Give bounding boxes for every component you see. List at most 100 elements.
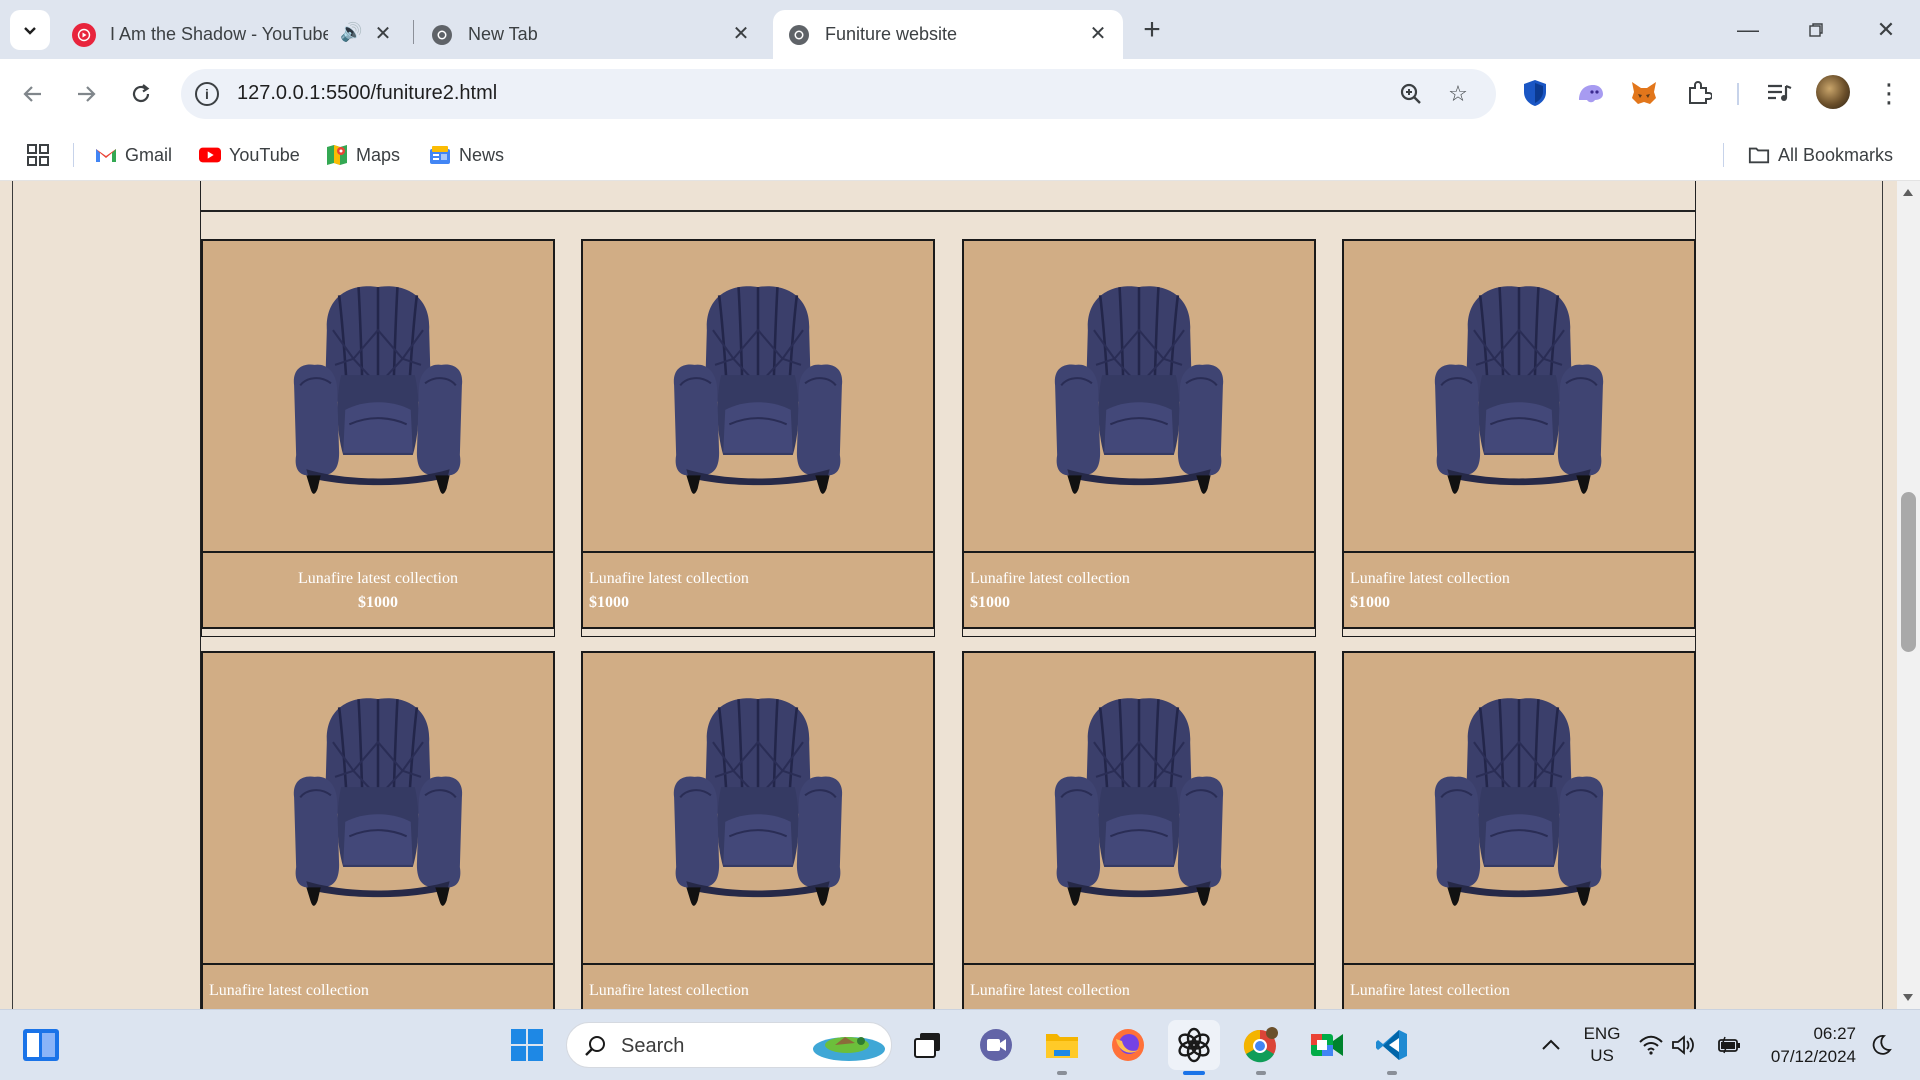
product-info: Lunafire latest collection $1000 bbox=[581, 553, 935, 629]
scroll-down-arrow-icon[interactable] bbox=[1903, 994, 1913, 1001]
product-image[interactable] bbox=[581, 651, 935, 965]
forward-button[interactable] bbox=[68, 76, 104, 112]
taskbar-search[interactable]: Search bbox=[566, 1022, 892, 1068]
google-meet-icon[interactable] bbox=[1306, 1024, 1348, 1066]
armchair-image bbox=[1046, 693, 1232, 913]
product-image[interactable] bbox=[962, 239, 1316, 553]
product-info: Lunafire latest collection $1000 bbox=[201, 553, 555, 629]
clock[interactable]: 06:27 07/12/2024 bbox=[1756, 1022, 1856, 1068]
product-image[interactable] bbox=[1342, 239, 1696, 553]
task-view-icon[interactable] bbox=[907, 1024, 949, 1066]
media-controls-icon[interactable] bbox=[1763, 77, 1795, 109]
profile-avatar[interactable] bbox=[1816, 75, 1850, 109]
previous-section-box bbox=[200, 181, 1696, 211]
reload-button[interactable] bbox=[123, 76, 159, 112]
bitwarden-shield-icon[interactable] bbox=[1519, 77, 1551, 109]
reload-icon bbox=[132, 84, 150, 103]
product-card[interactable]: Lunafire latest collection bbox=[1342, 651, 1696, 1009]
product-card[interactable]: Lunafire latest collection $1000 bbox=[1342, 239, 1696, 637]
close-tab-icon[interactable]: ✕ bbox=[372, 22, 394, 45]
youtube-icon bbox=[199, 144, 221, 166]
chrome-icon[interactable] bbox=[1240, 1024, 1282, 1066]
product-card[interactable]: Lunafire latest collection $1000 bbox=[201, 239, 555, 637]
vscode-icon[interactable] bbox=[1371, 1024, 1413, 1066]
card-underline bbox=[1342, 629, 1696, 637]
back-button[interactable] bbox=[15, 76, 51, 112]
product-card[interactable]: Lunafire latest collection $1000 bbox=[962, 239, 1316, 637]
teams-meet-icon[interactable] bbox=[975, 1024, 1017, 1066]
bookmark-label: News bbox=[459, 144, 505, 165]
product-card[interactable]: Lunafire latest collection bbox=[201, 651, 555, 1009]
address-bar[interactable]: i 127.0.0.1:5500/funiture2.html ☆ bbox=[181, 69, 1496, 119]
bookmark-news[interactable]: News bbox=[429, 141, 504, 169]
armchair-image bbox=[665, 693, 851, 913]
tab-youtube[interactable]: I Am the Shadow - YouTube 🔊 ✕ bbox=[58, 10, 408, 59]
product-card[interactable]: Lunafire latest collection $1000 bbox=[581, 239, 935, 637]
bookmark-maps[interactable]: Maps bbox=[326, 141, 400, 169]
bookmark-label: YouTube bbox=[229, 144, 300, 165]
product-image[interactable] bbox=[581, 239, 935, 553]
product-name: Lunafire latest collection bbox=[589, 982, 749, 999]
island-illustration-icon bbox=[813, 1037, 885, 1061]
product-image[interactable] bbox=[201, 651, 555, 965]
toolbar-separator bbox=[1737, 83, 1739, 105]
tab-title: I Am the Shadow - YouTube bbox=[110, 24, 328, 44]
folder-icon bbox=[1748, 144, 1770, 166]
bookmark-youtube[interactable]: YouTube bbox=[199, 141, 300, 169]
search-icon bbox=[585, 1036, 605, 1056]
volume-icon[interactable] bbox=[1668, 1024, 1698, 1066]
apps-grid-icon[interactable] bbox=[26, 141, 50, 169]
close-tab-icon[interactable]: ✕ bbox=[730, 22, 752, 45]
bookmark-gmail[interactable]: Gmail bbox=[95, 141, 172, 169]
product-image[interactable] bbox=[962, 651, 1316, 965]
product-price: $1000 bbox=[970, 594, 1010, 611]
tab-new-tab[interactable]: New Tab ✕ bbox=[416, 10, 766, 59]
arrow-right-icon bbox=[78, 86, 96, 102]
chatgpt-icon[interactable] bbox=[1168, 1020, 1220, 1070]
show-hidden-icons-icon[interactable] bbox=[1530, 1024, 1572, 1066]
all-bookmarks-label: All Bookmarks bbox=[1778, 144, 1894, 165]
more-menu-icon[interactable]: ⋮ bbox=[1873, 77, 1905, 109]
product-name: Lunafire latest collection bbox=[589, 570, 749, 587]
notifications-moon-icon[interactable] bbox=[1866, 1024, 1896, 1066]
minimize-button[interactable]: — bbox=[1724, 12, 1772, 48]
windows-start-icon[interactable] bbox=[506, 1024, 548, 1066]
zoom-icon[interactable] bbox=[1398, 81, 1424, 107]
restore-icon bbox=[1809, 23, 1823, 37]
product-card[interactable]: Lunafire latest collection bbox=[962, 651, 1316, 1009]
firefox-icon[interactable] bbox=[1107, 1024, 1149, 1066]
close-window-button[interactable]: ✕ bbox=[1862, 12, 1910, 48]
product-image[interactable] bbox=[201, 239, 555, 553]
close-tab-icon[interactable]: ✕ bbox=[1087, 22, 1109, 45]
metamask-fox-icon[interactable] bbox=[1628, 77, 1660, 109]
tab-funiture-website[interactable]: Funiture website ✕ bbox=[773, 10, 1123, 59]
scrollbar-thumb[interactable] bbox=[1901, 492, 1916, 652]
new-tab-button[interactable]: + bbox=[1136, 13, 1168, 46]
product-info: Lunafire latest collection bbox=[1342, 965, 1696, 1009]
site-info-icon[interactable]: i bbox=[195, 82, 219, 106]
widgets-icon[interactable] bbox=[20, 1024, 62, 1066]
active-indicator bbox=[1183, 1071, 1205, 1075]
page-border-left bbox=[12, 181, 13, 1009]
ghost-extension-icon[interactable] bbox=[1574, 77, 1606, 109]
url-text[interactable]: 127.0.0.1:5500/funiture2.html bbox=[237, 82, 497, 105]
tab-search-button[interactable] bbox=[10, 10, 50, 50]
language-indicator[interactable]: ENG US bbox=[1572, 1023, 1632, 1067]
scroll-up-arrow-icon[interactable] bbox=[1903, 189, 1913, 196]
product-name: Lunafire latest collection bbox=[1350, 570, 1510, 587]
file-explorer-icon[interactable] bbox=[1041, 1024, 1083, 1066]
extensions-puzzle-icon[interactable] bbox=[1683, 77, 1715, 109]
product-image[interactable] bbox=[1342, 651, 1696, 965]
vertical-scrollbar[interactable] bbox=[1897, 181, 1920, 1009]
region-code: US bbox=[1590, 1046, 1614, 1065]
wifi-icon[interactable] bbox=[1636, 1024, 1666, 1066]
product-name: Lunafire latest collection bbox=[209, 982, 369, 999]
all-bookmarks[interactable]: All Bookmarks bbox=[1748, 141, 1893, 169]
speaker-icon[interactable]: 🔊 bbox=[340, 22, 362, 43]
product-name: Lunafire latest collection bbox=[970, 570, 1130, 587]
bookmark-star-icon[interactable]: ☆ bbox=[1445, 81, 1471, 107]
product-info: Lunafire latest collection $1000 bbox=[962, 553, 1316, 629]
restore-button[interactable] bbox=[1792, 12, 1840, 48]
battery-icon[interactable] bbox=[1715, 1024, 1745, 1066]
product-card[interactable]: Lunafire latest collection bbox=[581, 651, 935, 1009]
